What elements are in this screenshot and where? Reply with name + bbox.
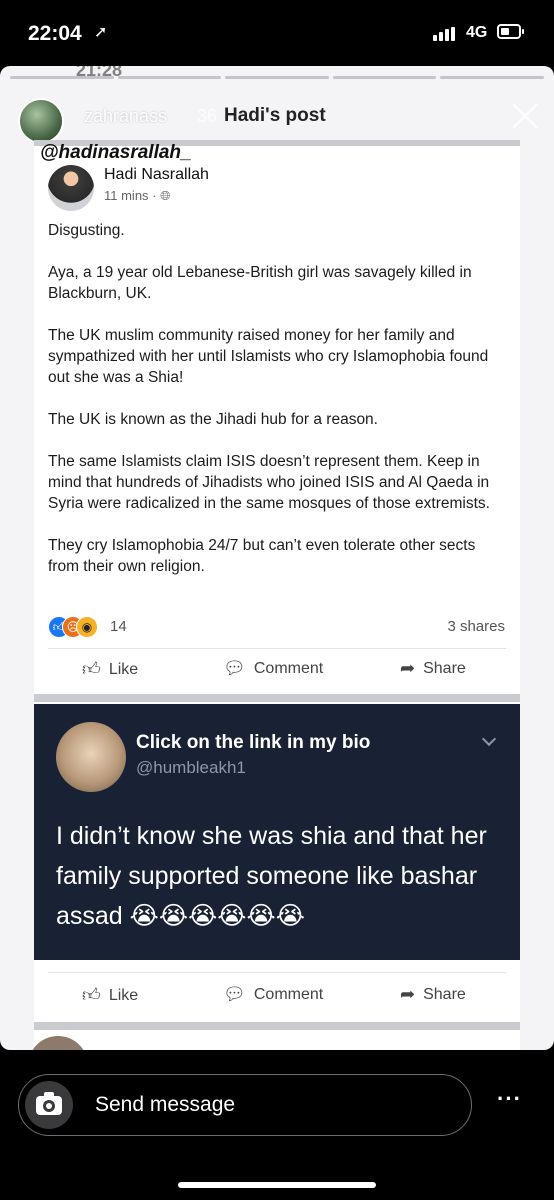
author-avatar [48,165,94,211]
background-time: 21:28 [76,66,123,80]
story-viewer[interactable]: 21:28 zahranass 36 Hadi's post @hadinasr… [0,66,554,1050]
status-bar: 22:04 ➚ 4G [0,0,554,66]
camera-icon[interactable] [25,1081,73,1129]
close-icon[interactable] [511,102,539,130]
comment-actions: 👍︎ Like 💬︎ Comment ➦ Share [34,974,520,1018]
story-username[interactable]: zahranass [84,106,167,127]
embedded-tweet: Click on the link in my bio @humbleakh1 … [34,704,520,960]
post-paragraph: Disgusting. [48,222,125,239]
send-message-input[interactable]: Send message [18,1074,472,1136]
like-button[interactable]: 👍︎ Like [82,984,138,1006]
divider [48,972,506,973]
comment-button[interactable]: 💬︎ Comment [223,658,323,679]
more-icon[interactable]: ··· [497,1088,522,1110]
reaction-count: 14 [110,618,127,635]
like-icon: 👍︎ [82,985,101,1005]
home-indicator[interactable] [178,1182,376,1188]
share-icon: ➦ [400,984,416,1004]
post-paragraph: The same Islamists claim ISIS doesn’t re… [48,453,490,512]
like-icon: 👍︎ [82,659,101,679]
post-paragraph: Aya, a 19 year old Lebanese-British girl… [48,264,472,302]
globe-icon: 🌐︎ [160,188,171,203]
post-meta: 11 mins · 🌐︎ [104,188,171,203]
status-time: 22:04 [28,22,82,45]
post-body: Disgusting. Aya, a 19 year old Lebanese-… [48,220,510,598]
tweet-text: I didn’t know she was shia and that her … [56,822,487,930]
comment-button[interactable]: 💬︎ Comment [223,984,323,1005]
chevron-down-icon [481,731,497,747]
post-paragraph: They cry Islamophobia 24/7 but can’t eve… [48,537,476,575]
story-time: 36 [197,106,218,126]
share-count: 3 shares [447,618,505,635]
network-type: 4G [466,24,488,41]
share-button[interactable]: ➦ Share [400,658,466,679]
battery-icon [497,24,524,39]
share-icon: ➦ [400,658,416,678]
comment-icon: 💬︎ [223,984,246,1004]
location-arrow-icon: ➚ [94,24,108,41]
tweet-author-name: Click on the link in my bio [136,732,371,753]
signal-icon [433,27,461,41]
post-actions: 👍︎ Like 💬︎ Comment ➦ Share [34,648,520,692]
post-screenshot: @hadinasrallah_ Hadi Nasrallah 11 mins ·… [34,140,520,1050]
send-message-placeholder: Send message [95,1093,236,1116]
mention-sticker[interactable]: @hadinasrallah_ [40,142,192,164]
divider [34,694,520,702]
story-post-title: Hadi's post [224,105,326,126]
tweet-handle: @humbleakh1 [136,758,246,777]
post-paragraph: The UK muslim community raised money for… [48,327,489,386]
tweet-avatar [56,722,126,792]
author-name: Hadi Nasrallah [104,166,209,183]
post-paragraph: The UK is known as the Jihadi hub for a … [48,411,378,428]
comment-icon: 💬︎ [223,658,246,678]
reply-bar: Send message ··· [0,1050,554,1200]
wow-reaction-icon: ◉ [76,616,98,638]
like-button[interactable]: 👍︎ Like [82,658,138,680]
divider [34,1022,520,1030]
story-avatar[interactable] [18,98,64,144]
share-button[interactable]: ➦ Share [400,984,466,1005]
